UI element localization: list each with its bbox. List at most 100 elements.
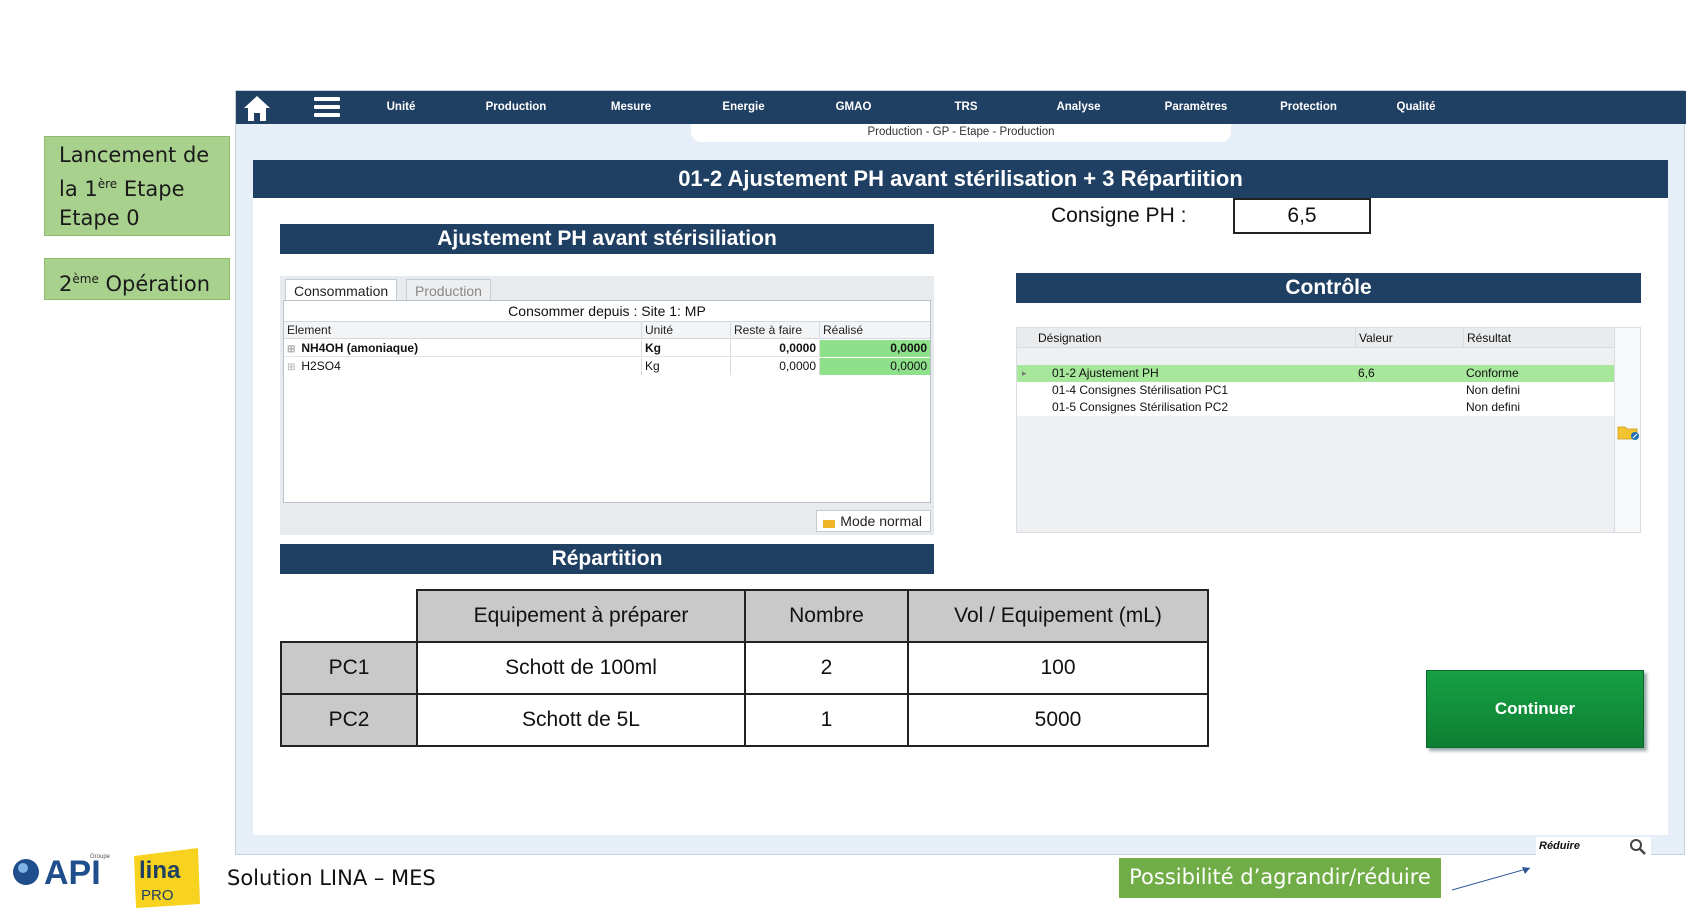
realise-cell: 0,0000	[820, 340, 930, 357]
col-vol: Vol / Equipement (mL)	[907, 589, 1209, 643]
reste-cell: 0,0000	[731, 358, 820, 375]
resize-note: Possibilité d’agrandir/réduire	[1119, 858, 1441, 898]
nav-gmao[interactable]: GMAO	[821, 91, 886, 124]
nav-parametres[interactable]: Paramètres	[1151, 91, 1241, 124]
expand-icon[interactable]: ⊞	[287, 362, 295, 373]
element-cell: ⊞ H2SO4	[284, 358, 642, 375]
controle-panel: Désignation Valeur Résultat ▸ 01-2 Ajust…	[1016, 327, 1641, 533]
col-valeur[interactable]: Valeur	[1355, 328, 1463, 348]
pro-logo-text: PRO	[141, 887, 174, 904]
element-name: NH4OH (amoniaque)	[301, 341, 419, 355]
resultat-cell: Non defini	[1466, 400, 1521, 414]
launch-step-line3: Etape 0	[59, 206, 140, 230]
operation-text: Opération	[98, 272, 211, 296]
continue-button[interactable]: Continuer	[1426, 670, 1644, 748]
nav-production[interactable]: Production	[476, 91, 556, 124]
launch-step-line2-text: la 1	[59, 177, 98, 201]
col-resultat[interactable]: Résultat	[1463, 328, 1615, 348]
controle-side-bar	[1614, 328, 1640, 532]
equipement-cell: Schott de 100ml	[416, 641, 746, 695]
controle-heading: Contrôle	[1016, 273, 1641, 303]
launch-step-line1: Lancement de	[59, 143, 210, 167]
realise-cell: 0,0000	[820, 358, 930, 375]
reste-cell: 0,0000	[731, 340, 820, 357]
operation-note: 2ème Opération	[44, 258, 230, 300]
col-nombre: Nombre	[744, 589, 909, 643]
grid-header-row: Element Unité Reste à faire Réalisé	[284, 322, 930, 339]
repartition-table: Equipement à préparer Nombre Vol / Equip…	[280, 589, 1209, 747]
mode-icon	[823, 520, 836, 528]
controle-header-row: Désignation Valeur Résultat	[1017, 328, 1615, 348]
nav-energie[interactable]: Energie	[706, 91, 781, 124]
table-row: PC1 Schott de 100ml 2 100	[280, 641, 1209, 695]
api-logo: API Groupe	[13, 854, 111, 892]
row-label-pc1: PC1	[280, 641, 418, 695]
hamburger-menu-icon[interactable]	[314, 97, 340, 119]
resultat-cell: Conforme	[1466, 366, 1519, 380]
vol-cell: 100	[907, 641, 1209, 695]
col-element[interactable]: Element	[284, 322, 642, 339]
equipement-cell: Schott de 5L	[416, 693, 746, 747]
lina-logo-text: lina	[139, 857, 181, 884]
arrow-icon	[1451, 867, 1531, 891]
nav-trs[interactable]: TRS	[936, 91, 996, 124]
table-row: PC2 Schott de 5L 1 5000	[280, 693, 1209, 747]
nav-mesure[interactable]: Mesure	[596, 91, 666, 124]
col-unite[interactable]: Unité	[642, 322, 731, 339]
row-label-pc2: PC2	[280, 693, 418, 747]
api-group-text: Groupe	[90, 854, 111, 860]
designation-cell: 01-4 Consignes Stérilisation PC1	[1052, 383, 1229, 397]
mode-normal-button[interactable]: Mode normal	[816, 510, 931, 532]
operation-sup: ème	[72, 272, 99, 286]
unite-cell: Kg	[642, 358, 731, 375]
consumption-panel: Consommation Production Consommer depuis…	[280, 276, 934, 535]
app-window: Unité Production Mesure Energie GMAO TRS…	[235, 90, 1686, 856]
launch-step-note: Lancement de la 1ère Etape Etape 0	[44, 136, 230, 236]
valeur-cell	[1355, 399, 1463, 416]
vol-cell: 5000	[907, 693, 1209, 747]
mode-normal-label: Mode normal	[840, 513, 922, 529]
valeur-cell: 6,6	[1358, 366, 1375, 380]
nav-protection[interactable]: Protection	[1266, 91, 1351, 124]
table-row[interactable]: ▸ 01-2 Ajustement PH 6,6 Conforme	[1017, 365, 1615, 382]
col-designation[interactable]: Désignation	[1035, 328, 1355, 348]
tab-production[interactable]: Production	[406, 279, 491, 301]
nav-qualite[interactable]: Qualité	[1381, 91, 1451, 124]
home-icon[interactable]	[242, 94, 272, 122]
table-row[interactable]: 01-4 Consignes Stérilisation PC1 Non def…	[1017, 382, 1615, 399]
nombre-cell: 1	[744, 693, 909, 747]
expand-icon[interactable]: ⊞	[287, 344, 295, 355]
element-cell: ⊞ NH4OH (amoniaque)	[284, 340, 642, 357]
top-navigation: Unité Production Mesure Energie GMAO TRS…	[236, 91, 1686, 124]
row-pointer-icon: ▸	[1022, 368, 1027, 378]
col-reste[interactable]: Reste à faire	[731, 322, 820, 339]
operation-number: 2	[59, 272, 73, 296]
resultat-cell: Non defini	[1466, 383, 1521, 397]
lina-pro-logo: lina PRO	[134, 848, 200, 908]
nav-unite[interactable]: Unité	[371, 91, 431, 124]
table-row[interactable]: ⊞ NH4OH (amoniaque) Kg 0,0000 0,0000	[284, 340, 930, 357]
nav-analyse[interactable]: Analyse	[1041, 91, 1116, 124]
table-row[interactable]: 01-5 Consignes Stérilisation PC2 Non def…	[1017, 399, 1615, 416]
launch-step-line2-end: Etape	[117, 177, 185, 201]
nombre-cell: 2	[744, 641, 909, 695]
col-realise[interactable]: Réalisé	[820, 322, 930, 339]
blank-corner	[281, 590, 417, 642]
consigne-label: Consigne PH :	[1051, 204, 1187, 227]
repartition-header-row: Equipement à préparer Nombre Vol / Equip…	[281, 589, 1209, 643]
tab-consommation[interactable]: Consommation	[285, 279, 398, 301]
main-content: 01-2 Ajustement PH avant stérilisation +…	[253, 160, 1668, 835]
unite-cell: Kg	[642, 340, 731, 357]
page-title: 01-2 Ajustement PH avant stérilisation +…	[253, 160, 1668, 198]
footer-title: Solution LINA – MES	[227, 866, 436, 890]
launch-step-sup: ère	[97, 177, 118, 191]
consigne-ph-field[interactable]: 6,5	[1233, 198, 1371, 234]
search-icon[interactable]	[1629, 838, 1647, 856]
breadcrumb: Production - GP - Etape - Production	[691, 124, 1231, 142]
table-row[interactable]: ⊞ H2SO4 Kg 0,0000 0,0000	[284, 358, 930, 375]
folder-edit-icon[interactable]	[1617, 424, 1639, 440]
ajustement-heading: Ajustement PH avant stérisiliation	[280, 224, 934, 254]
consumption-grid: Consommer depuis : Site 1: MP Element Un…	[283, 300, 931, 503]
launch-step-line2: la 1ère Etape	[59, 170, 229, 204]
element-name: H2SO4	[301, 359, 341, 373]
